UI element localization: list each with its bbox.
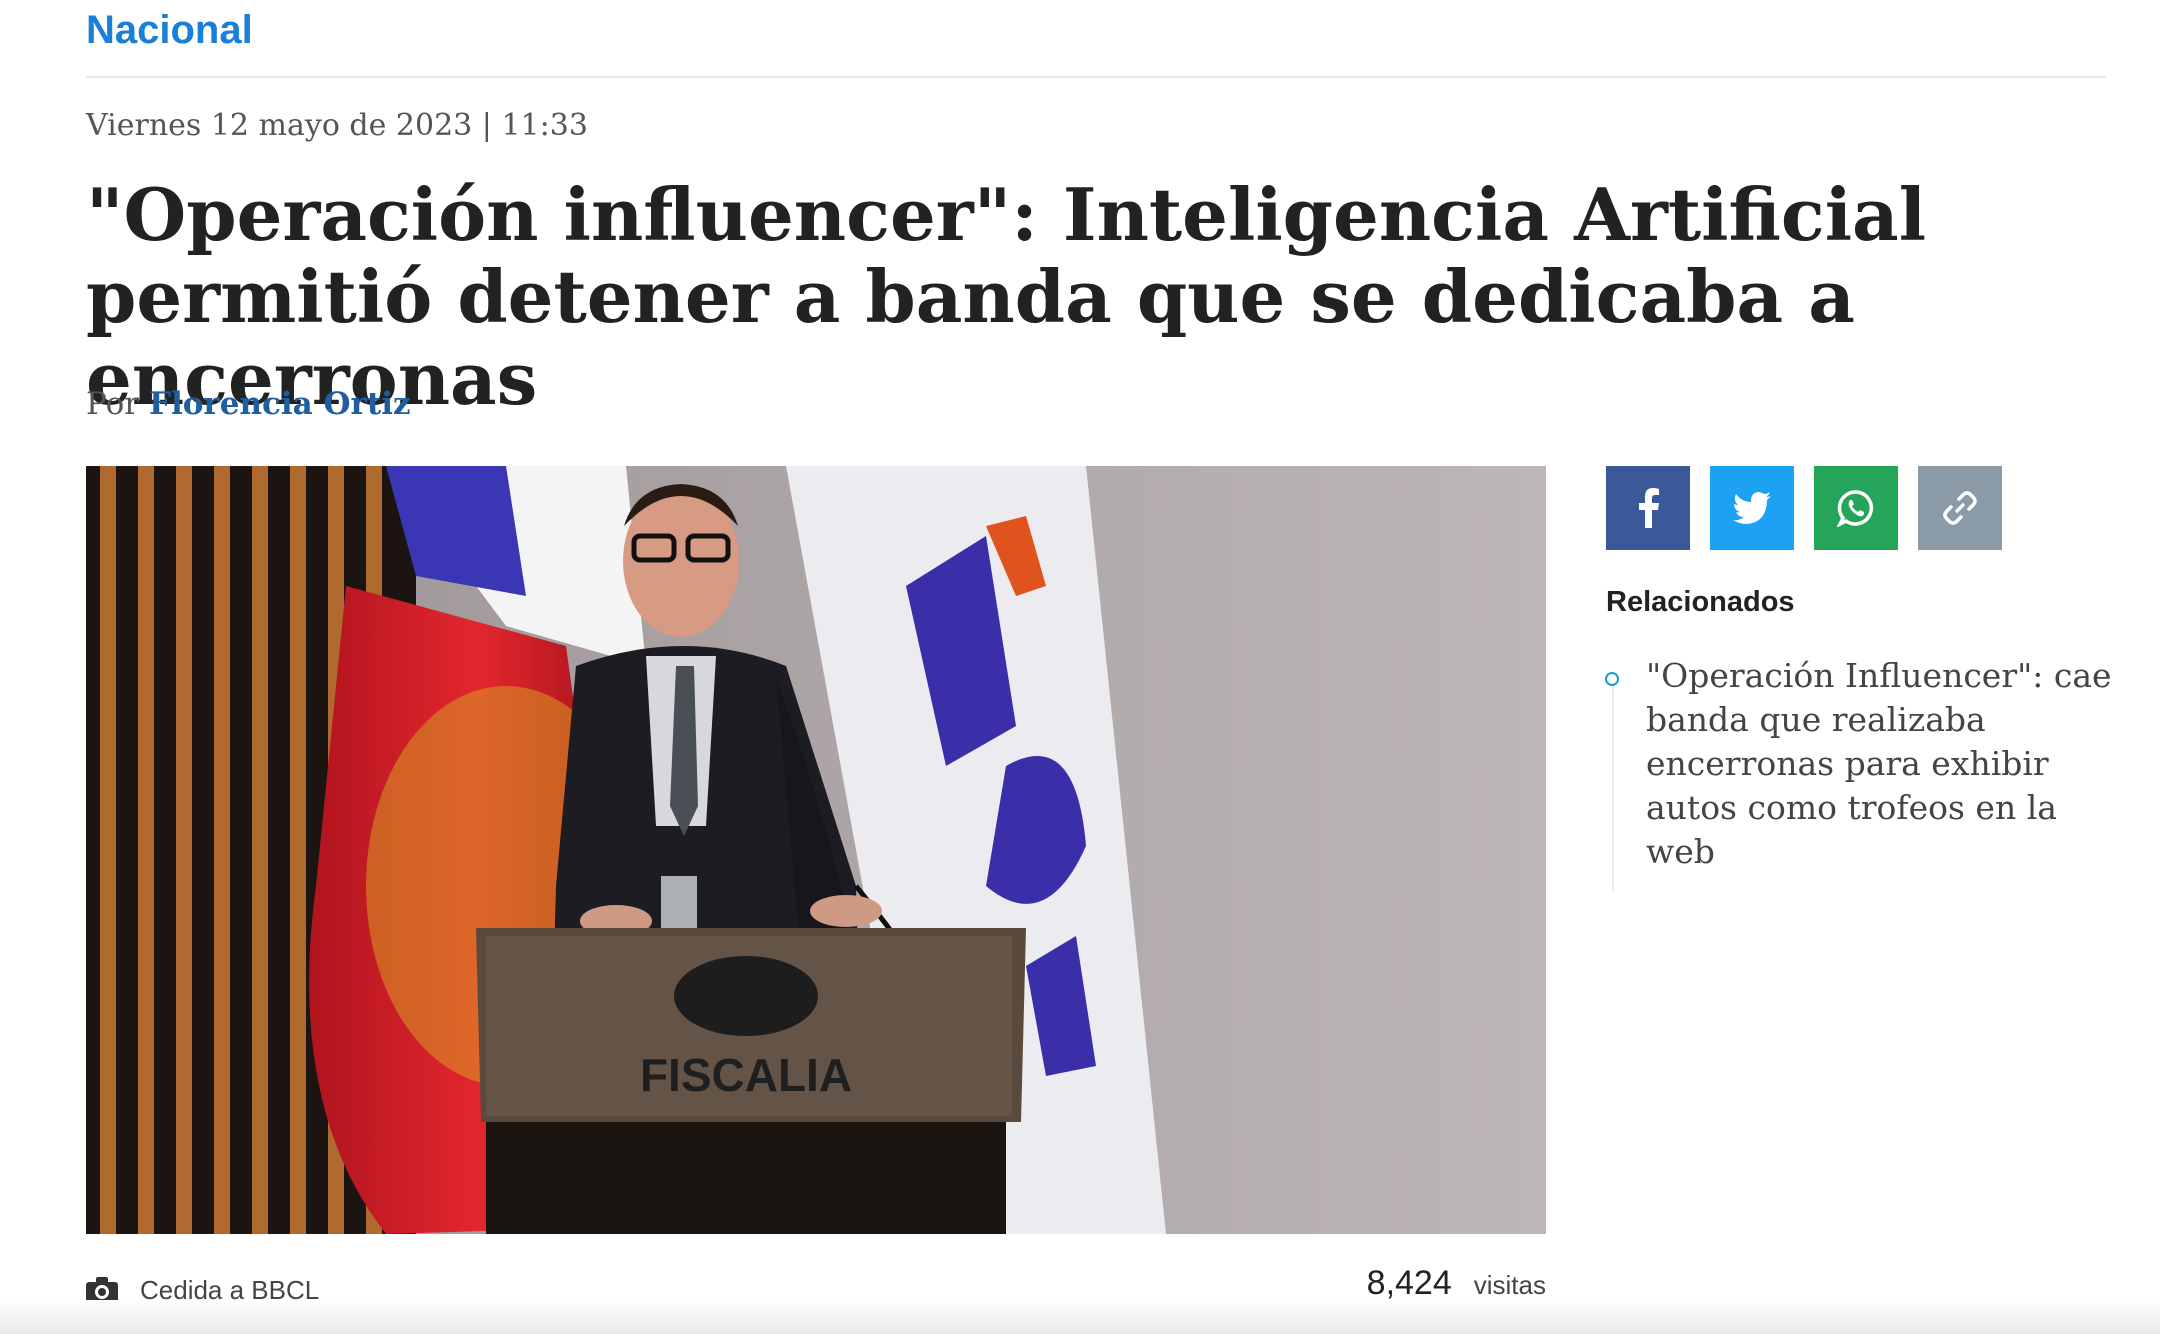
related-article-link[interactable]: "Operación Influencer": cae banda que re… bbox=[1646, 654, 2116, 874]
article-date: Viernes 12 mayo de 2023 | 11:33 bbox=[86, 108, 588, 143]
related-bullet-icon bbox=[1605, 672, 1619, 686]
copy-link-button[interactable] bbox=[1918, 466, 2002, 550]
podium-logo-text: FISCALIA bbox=[640, 1049, 852, 1101]
visit-label: visitas bbox=[1473, 1270, 1546, 1300]
section-link[interactable]: Nacional bbox=[86, 8, 253, 53]
related-heading: Relacionados bbox=[1606, 586, 1795, 618]
share-whatsapp-button[interactable] bbox=[1814, 466, 1898, 550]
link-icon bbox=[1943, 491, 1977, 525]
related-timeline-line bbox=[1612, 672, 1614, 892]
header-divider bbox=[86, 76, 2106, 78]
twitter-icon bbox=[1733, 492, 1771, 524]
hero-image-graphic: FISCALIA bbox=[86, 466, 1546, 1234]
byline-prefix: Por bbox=[86, 386, 140, 422]
facebook-icon bbox=[1639, 488, 1659, 528]
byline: Por Florencia Ortiz bbox=[86, 386, 411, 422]
article-title: "Operación influencer": Inteligencia Art… bbox=[86, 172, 1927, 421]
whatsapp-icon bbox=[1837, 490, 1874, 527]
hero-image[interactable]: FISCALIA bbox=[86, 466, 1546, 1234]
article-page: Nacional Viernes 12 mayo de 2023 | 11:33… bbox=[0, 0, 2160, 1334]
visit-counter: 8,424 visitas bbox=[1360, 1264, 1546, 1303]
share-twitter-button[interactable] bbox=[1710, 466, 1794, 550]
visit-count: 8,424 bbox=[1366, 1264, 1452, 1302]
bottom-fade bbox=[0, 1300, 2160, 1334]
author-link[interactable]: Florencia Ortiz bbox=[149, 386, 411, 422]
share-facebook-button[interactable] bbox=[1606, 466, 1690, 550]
